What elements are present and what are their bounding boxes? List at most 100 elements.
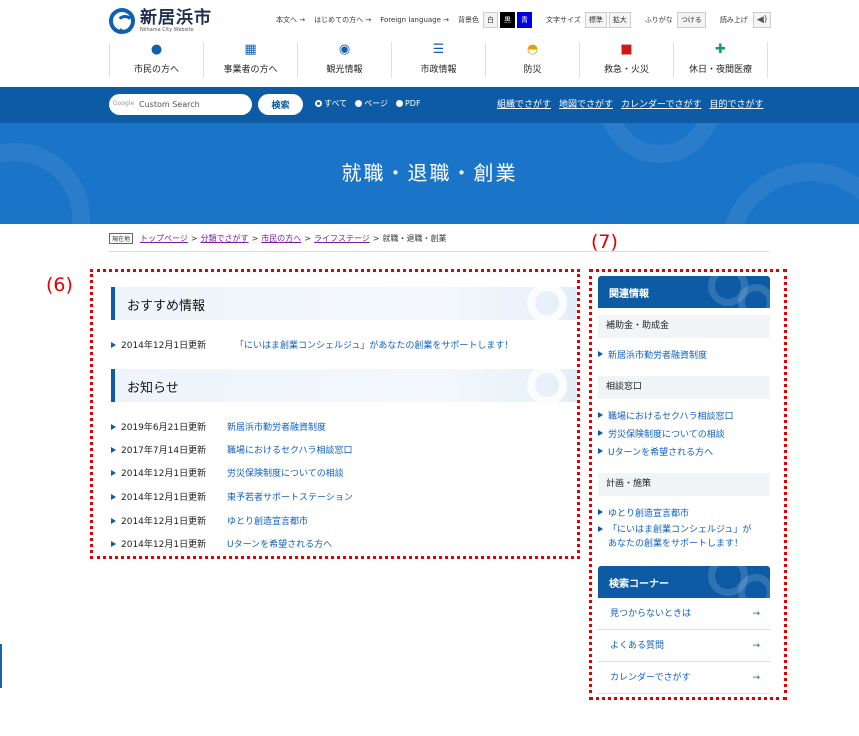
- scope-pdf-radio[interactable]: PDF: [395, 98, 421, 109]
- list-item: 2014年12月1日更新 東予若者サポートステーション: [111, 490, 353, 503]
- gnav-emergency[interactable]: ■ 救急・火災: [579, 42, 673, 78]
- search-corner-heading: 検索コーナー: [609, 579, 669, 590]
- update-date: 2017年7月14日更新: [121, 446, 207, 456]
- site-logo[interactable]: 新居浜市 Niihama City Website: [109, 8, 212, 34]
- breadcrumb-link[interactable]: 市民の方へ: [261, 233, 301, 244]
- page-title: 就職・退職・創業: [341, 161, 518, 185]
- list-item: 2014年12月1日更新 Uターンを希望される方へ: [111, 537, 332, 550]
- update-date: 2019年6月21日更新: [121, 423, 207, 433]
- breadcrumb: 現在地 トップページ > 分類でさがす > 市民の方へ > ライフステージ > …: [109, 233, 447, 244]
- search-by-org-link[interactable]: 組織でさがす: [497, 97, 551, 110]
- search-corner-link[interactable]: よくある質問 →: [598, 630, 770, 662]
- foreign-language-link[interactable]: Foreign language →: [380, 16, 449, 24]
- recommended-heading-box: おすすめ情報: [111, 287, 577, 320]
- utility-bar: 本文へ → はじめての方へ → Foreign language → 背景色 白…: [276, 12, 772, 28]
- font-size-large-button[interactable]: 拡大: [608, 12, 631, 28]
- search-button[interactable]: 検索: [258, 94, 303, 115]
- breadcrumb-current: 就職・退職・創業: [382, 234, 447, 243]
- sidebar-category: 相談窓口: [598, 376, 770, 399]
- update-date: 2014年12月1日更新: [121, 540, 207, 550]
- gnav-label: 救急・火災: [603, 65, 649, 75]
- news-link[interactable]: Uターンを希望される方へ: [227, 537, 332, 550]
- list-icon: ☰: [432, 42, 445, 57]
- list-item: 2019年6月21日更新 新居浜市勤労者融資制度: [111, 420, 326, 433]
- gnav-tourism[interactable]: ◉ 観光情報: [297, 42, 391, 78]
- firetruck-icon: ■: [620, 42, 633, 57]
- search-by-purpose-link[interactable]: 目的でさがす: [710, 97, 764, 110]
- flower-decoration: [527, 369, 567, 402]
- edge-marker: [0, 644, 2, 688]
- city-emblem-icon: [109, 8, 135, 34]
- sidebar-category: 補助金・助成金: [598, 315, 770, 338]
- gnav-business[interactable]: ▦ 事業者の方へ: [203, 42, 297, 78]
- sidebar-link[interactable]: 新居浜市勤労者融資制度: [598, 348, 770, 361]
- search-corner-link-label: 見つからないときは: [610, 609, 692, 619]
- sidebar-link-label: 労災保険制度についての相談: [608, 430, 725, 440]
- gnav-citizens[interactable]: ● 市民の方へ: [109, 42, 203, 78]
- medical-icon: ✚: [715, 42, 726, 57]
- bg-color-label: 背景色: [458, 16, 480, 24]
- bg-blue-button[interactable]: 青: [517, 12, 533, 28]
- page-banner: 就職・退職・創業: [0, 123, 859, 224]
- arrow-right-icon: →: [752, 673, 760, 683]
- news-link[interactable]: 東予若者サポートステーション: [227, 490, 353, 503]
- breadcrumb-link[interactable]: ライフステージ: [314, 233, 370, 244]
- gnav-medical[interactable]: ✚ 休日・夜間医療: [673, 42, 768, 78]
- search-corner-link-label: カレンダーでさがす: [610, 673, 691, 683]
- flower-decoration: [527, 287, 567, 320]
- search-corner-link[interactable]: カレンダーでさがす →: [598, 662, 770, 694]
- news-link[interactable]: 職場におけるセクハラ相談窓口: [227, 443, 353, 456]
- search-by-map-link[interactable]: 地図でさがす: [559, 97, 613, 110]
- arrow-right-icon: →: [752, 609, 760, 619]
- search-by-calendar-link[interactable]: カレンダーでさがす: [621, 97, 701, 110]
- divider: [109, 251, 769, 252]
- pin-icon: ◉: [338, 42, 351, 57]
- news-link[interactable]: 労災保険制度についての相談: [227, 466, 344, 479]
- google-mark: Google: [113, 100, 135, 107]
- scope-page-radio[interactable]: ページ: [355, 98, 388, 109]
- scope-label: ページ: [364, 99, 388, 108]
- bullet-icon: [598, 430, 603, 436]
- related-info-heading: 関連情報: [609, 289, 649, 300]
- bullet-icon: [111, 493, 116, 500]
- sidebar-link-label: ゆとり創造宣言都市: [608, 509, 690, 519]
- gnav-city-admin[interactable]: ☰ 市政情報: [391, 42, 485, 78]
- font-size-normal-button[interactable]: 標準: [584, 12, 607, 28]
- bullet-icon: [111, 517, 116, 524]
- scope-all-radio[interactable]: すべて: [315, 98, 347, 109]
- gnav-disaster[interactable]: ◓ 防災: [485, 42, 579, 78]
- list-item: 2014年12月1日更新 労災保険制度についての相談: [111, 466, 344, 479]
- furigana-on-button[interactable]: つける: [676, 12, 706, 28]
- gnav-label: 観光情報: [326, 65, 363, 75]
- breadcrumb-link[interactable]: トップページ: [140, 233, 188, 244]
- update-date: 2014年12月1日更新: [121, 493, 207, 503]
- search-corner-heading-box: 検索コーナー: [598, 566, 770, 598]
- update-date: 2014年12月1日更新: [121, 517, 207, 527]
- first-visit-link[interactable]: はじめての方へ →: [314, 15, 371, 25]
- sidebar-link[interactable]: 労災保険制度についての相談: [598, 427, 770, 440]
- news-link[interactable]: 「にいはま創業コンシェルジュ」があなたの創業をサポートします！: [235, 338, 513, 351]
- sidebar-link[interactable]: 「にいはま創業コンシェルジュ」があなたの創業をサポートします！: [598, 523, 758, 551]
- update-date: 2014年12月1日更新: [121, 341, 207, 351]
- search-corner-link[interactable]: 見つからないときは →: [598, 598, 770, 630]
- radio-icon: [395, 100, 403, 107]
- gnav-label: 市政情報: [420, 65, 457, 75]
- bg-white-button[interactable]: 白: [483, 12, 499, 28]
- bullet-icon: [111, 446, 116, 453]
- sidebar-category: 計画・施策: [598, 473, 770, 496]
- skip-to-content-link[interactable]: 本文へ →: [276, 15, 305, 25]
- search-bar: Google 検索 すべて ページ PDF 組織でさがす 地図でさがす カレンダ…: [0, 87, 859, 123]
- sidebar-link[interactable]: 職場におけるセクハラ相談窓口: [598, 409, 770, 422]
- breadcrumb-separator: >: [251, 234, 259, 243]
- sidebar-link[interactable]: ゆとり創造宣言都市: [598, 506, 770, 519]
- breadcrumb-link[interactable]: 分類でさがす: [201, 233, 249, 244]
- bg-black-button[interactable]: 黒: [500, 12, 516, 28]
- global-nav: ● 市民の方へ ▦ 事業者の方へ ◉ 観光情報 ☰ 市政情報 ◓ 防災 ■ 救急…: [109, 42, 768, 78]
- sidebar-link-label: 職場におけるセクハラ相談窓口: [608, 412, 734, 422]
- notices-heading-box: お知らせ: [111, 369, 577, 402]
- speaker-icon[interactable]: ◀): [752, 12, 772, 28]
- news-link[interactable]: ゆとり創造宣言都市: [227, 514, 308, 527]
- news-link[interactable]: 新居浜市勤労者融資制度: [227, 420, 326, 433]
- current-location-badge: 現在地: [109, 233, 134, 244]
- sidebar-link[interactable]: Uターンを希望される方へ: [598, 445, 770, 458]
